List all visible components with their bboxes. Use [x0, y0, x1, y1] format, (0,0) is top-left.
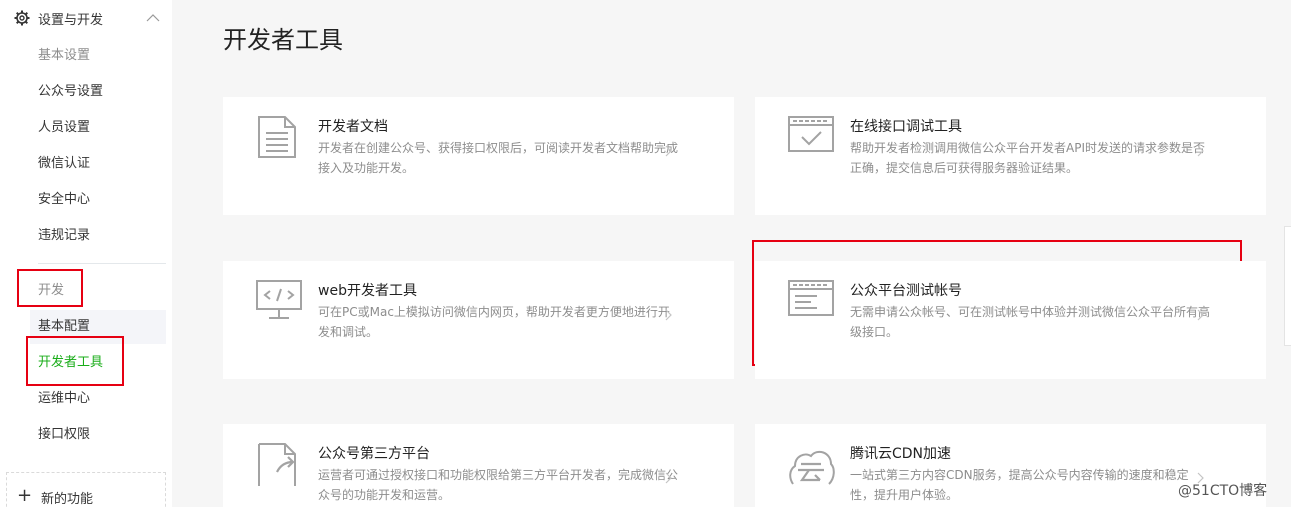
gear-icon — [14, 10, 30, 26]
sidebar-item-wechat-verification[interactable]: 微信认证 — [38, 154, 90, 174]
card-title: 开发者文档 — [318, 119, 388, 135]
sidebar-item-api-permissions[interactable]: 接口权限 — [38, 425, 90, 445]
chevron-right-icon — [1197, 309, 1204, 321]
card-title: 公众平台测试帐号 — [850, 283, 962, 299]
sidebar-section-settings-dev[interactable]: 设置与开发 — [14, 8, 164, 28]
chevron-up-icon[interactable] — [146, 11, 160, 25]
card-title: 腾讯云CDN加速 — [850, 446, 952, 462]
test-account-window-icon — [788, 280, 834, 316]
card-description: 运营者可通过授权接口和功能权限给第三方平台开发者，完成微信公众号的功能开发和运营… — [318, 468, 679, 502]
card-description: 无需申请公众帐号、可在测试帐号中体验并测试微信公众平台所有高级接口。 — [850, 305, 1211, 339]
card-description: 一站式第三方内容CDN服务，提高公众号内容传输的速度和稳定性，提升用户体验。 — [850, 468, 1189, 502]
third-party-doc-icon — [258, 443, 296, 486]
sidebar-item-basic-settings[interactable]: 基本设置 — [38, 46, 90, 66]
sidebar-item-security-center[interactable]: 安全中心 — [38, 190, 90, 210]
new-function-label: 新的功能 — [41, 492, 94, 507]
page-title: 开发者工具 — [223, 26, 343, 54]
plus-icon: + — [17, 485, 33, 506]
card-developer-docs[interactable]: 开发者文档 开发者在创建公众号、获得接口权限后，可阅读开发者文档帮助完成接入及功… — [223, 97, 734, 215]
sidebar-item-account-settings[interactable]: 公众号设置 — [38, 82, 103, 102]
sidebar-section-title: 设置与开发 — [38, 12, 104, 28]
floating-side-tab[interactable] — [1284, 226, 1291, 346]
sidebar-item-violation-records[interactable]: 违规记录 — [38, 226, 90, 246]
card-title: 公众号第三方平台 — [318, 446, 430, 462]
new-function-button[interactable]: + 新的功能 — [6, 472, 166, 507]
sidebar-divider — [38, 263, 166, 264]
card-test-account[interactable]: 公众平台测试帐号 无需申请公众帐号、可在测试帐号中体验并测试微信公众平台所有高级… — [755, 261, 1266, 379]
sidebar-group-development: 开发 — [38, 283, 65, 298]
card-title: web开发者工具 — [318, 283, 417, 299]
chevron-right-icon — [665, 145, 672, 157]
watermark: @51CTO博客 — [1178, 483, 1268, 499]
card-title: 在线接口调试工具 — [850, 119, 962, 135]
card-third-party-platform[interactable]: 公众号第三方平台 运营者可通过授权接口和功能权限给第三方平台开发者，完成微信公众… — [223, 424, 734, 507]
code-monitor-icon — [256, 280, 302, 319]
sidebar-item-staff-settings[interactable]: 人员设置 — [38, 118, 90, 138]
chevron-right-icon — [1197, 145, 1204, 157]
sidebar-item-basic-config[interactable]: 基本配置 — [38, 317, 90, 337]
chevron-right-icon — [665, 472, 672, 484]
card-web-developer-tools[interactable]: web开发者工具 可在PC或Mac上模拟访问微信内网页，帮助开发者更方便地进行开… — [223, 261, 734, 379]
sidebar-item-developer-tools[interactable]: 开发者工具 — [38, 353, 103, 373]
chevron-right-icon — [665, 309, 672, 321]
card-online-api-debugger[interactable]: 在线接口调试工具 帮助开发者检测调用微信公众平台开发者API时发送的请求参数是否… — [755, 97, 1266, 215]
debug-window-icon — [788, 116, 834, 152]
cloud-icon — [789, 450, 835, 485]
card-description: 帮助开发者检测调用微信公众平台开发者API时发送的请求参数是否正确，提交信息后可… — [850, 141, 1205, 175]
card-description: 可在PC或Mac上模拟访问微信内网页，帮助开发者更方便地进行开发和调试。 — [318, 305, 670, 339]
sidebar: 设置与开发 基本设置 公众号设置 人员设置 微信认证 安全中心 违规记录 开发 … — [0, 0, 172, 507]
sidebar-item-ops-center[interactable]: 运维中心 — [38, 389, 90, 409]
card-description: 开发者在创建公众号、获得接口权限后，可阅读开发者文档帮助完成接入及功能开发。 — [318, 141, 679, 175]
document-icon — [258, 116, 296, 158]
